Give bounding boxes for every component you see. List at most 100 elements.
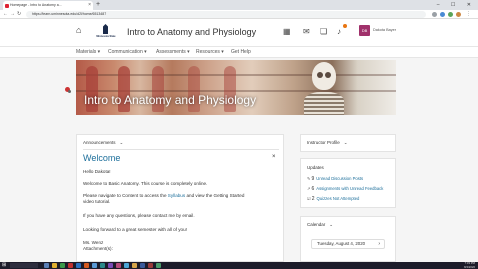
taskbar-app-icon[interactable] [132, 263, 137, 268]
course-navbar: Materials ▾ Communication ▾ Assessments … [0, 46, 478, 58]
announcement-line: Attachment(s): [83, 246, 113, 251]
update-label[interactable]: Quizzes Not Attempted [317, 196, 360, 201]
update-item[interactable]: ✎9 Unread Discussion Posts [307, 176, 363, 182]
announcement-text: Please navigate to Content to access the [83, 193, 167, 198]
nav-assessments[interactable]: Assessments ▾ [156, 47, 190, 58]
message-icon[interactable]: ✉ [303, 27, 310, 37]
browser-tab[interactable]: Homepage - Intro to Anatomy a... × [3, 1, 93, 10]
announcement-title[interactable]: Welcome [83, 153, 120, 163]
calendar-date-selector[interactable]: Tuesday, August 4, 2020 › [311, 239, 385, 249]
extension-icon[interactable] [432, 12, 437, 17]
university-logo[interactable]: Minnesota State [90, 22, 122, 42]
address-bar-row: ← → ↻ https://learn.uminnesota.edu/d2l/h… [0, 10, 478, 19]
chevron-down-icon[interactable]: ⌄ [329, 222, 333, 227]
update-item[interactable]: ☑2 Quizzes Not Attempted [307, 196, 359, 202]
url-input[interactable]: https://learn.uminnesota.edu/d2l/home/65… [26, 11, 426, 18]
instructor-heading[interactable]: Instructor Profile ⌄ [307, 140, 348, 146]
taskbar-app-icon[interactable] [100, 263, 105, 268]
notification-dot [343, 24, 347, 28]
nav-communication[interactable]: Communication ▾ [108, 47, 147, 58]
skull-eye [317, 72, 323, 78]
taskbar-app-icon[interactable] [60, 263, 65, 268]
taskbar-search[interactable] [10, 263, 38, 268]
extension-icon[interactable] [440, 12, 445, 17]
taskbar-app-icon[interactable] [84, 263, 89, 268]
update-label[interactable]: Unread Discussion Posts [316, 176, 363, 181]
reload-icon[interactable]: ↻ [17, 10, 21, 19]
profile-icon[interactable] [456, 12, 461, 17]
divider [83, 149, 279, 150]
taskbar-app-icon[interactable] [108, 263, 113, 268]
taskbar-app-icon[interactable] [156, 263, 161, 268]
logo-tower-icon [103, 24, 108, 34]
calendar-label: Calendar [307, 222, 326, 227]
calendar-heading[interactable]: Calendar ⌄ [307, 222, 333, 228]
back-icon[interactable]: ← [3, 10, 8, 19]
update-count: 9 [311, 176, 315, 182]
window-controls[interactable]: – ☐ ✕ [437, 0, 476, 10]
banner-title: Intro to Anatomy and Physiology [84, 93, 257, 107]
skull-eye [325, 72, 331, 78]
skeleton-ribs [304, 92, 344, 115]
logo-text: Minnesota State [96, 35, 116, 38]
syllabus-link[interactable]: Syllabus [168, 193, 185, 198]
announcement-text: and view the Getting Started [186, 193, 245, 198]
os-taskbar: ⊞ 7:33 PM 8/4/2020 [0, 261, 478, 269]
clock-date: 8/4/2020 [464, 264, 475, 269]
announcements-widget: Announcements ⌄ Welcome × Hello Dakota! W… [76, 134, 284, 262]
forward-icon[interactable]: → [10, 10, 15, 19]
updates-heading: Updates [307, 165, 324, 170]
avatar[interactable]: DB [359, 25, 370, 36]
browser-tab-bar: Homepage - Intro to Anatomy a... × + – ☐… [0, 0, 478, 10]
announcement-line: Hello Dakota! [83, 169, 111, 174]
chevron-down-icon[interactable]: ⌄ [120, 140, 124, 145]
course-header: ⌂ Minnesota State Intro to Anatomy and P… [0, 19, 478, 46]
calendar-widget: Calendar ⌄ Tuesday, August 4, 2020 › [300, 216, 396, 262]
course-title[interactable]: Intro to Anatomy and Physiology [127, 27, 256, 37]
home-icon[interactable]: ⌂ [76, 25, 81, 35]
taskbar-app-icon[interactable] [116, 263, 121, 268]
bell-icon[interactable]: ♪ [337, 27, 341, 37]
announcements-heading[interactable]: Announcements ⌄ [83, 140, 123, 146]
taskbar-app-icon[interactable] [68, 263, 73, 268]
announcements-label: Announcements [83, 140, 116, 145]
taskbar-clock[interactable]: 7:33 PM 8/4/2020 [464, 261, 475, 269]
favicon-icon [5, 4, 9, 8]
windows-start-icon[interactable]: ⊞ [2, 263, 6, 268]
extension-icon[interactable] [448, 12, 453, 17]
taskbar-app-icon[interactable] [76, 263, 81, 268]
updates-widget: Updates ✎9 Unread Discussion Posts ↗6 Assi… [300, 158, 396, 208]
instructor-label: Instructor Profile [307, 140, 340, 145]
update-item[interactable]: ↗6 Assignments with Unread Feedback [307, 186, 383, 192]
quiz-icon: ☑ [307, 196, 311, 201]
nav-materials[interactable]: Materials ▾ [76, 47, 100, 58]
taskbar-app-icon[interactable] [148, 263, 153, 268]
chevron-right-icon[interactable]: › [378, 240, 380, 248]
taskbar-app-icon[interactable] [52, 263, 57, 268]
nav-get-help[interactable]: Get Help [231, 47, 251, 58]
nav-resources[interactable]: Resources ▾ [196, 47, 224, 58]
taskbar-app-icon[interactable] [44, 263, 49, 268]
calendar-date: Tuesday, August 4, 2020 [317, 241, 366, 246]
course-banner: Intro to Anatomy and Physiology [76, 60, 396, 115]
taskbar-app-icon[interactable] [140, 263, 145, 268]
discussion-icon: ✎ [307, 176, 311, 181]
widget-badge [68, 90, 71, 93]
chevron-down-icon[interactable]: ⌄ [344, 140, 348, 145]
update-label[interactable]: Assignments with Unread Feedback [316, 186, 383, 191]
assignment-icon: ↗ [307, 186, 311, 191]
close-icon[interactable]: × [272, 154, 276, 160]
new-tab-button[interactable]: + [96, 0, 100, 10]
tab-title: Homepage - Intro to Anatomy a... [10, 3, 62, 7]
tab-close-icon[interactable]: × [88, 1, 91, 10]
taskbar-app-icon[interactable] [92, 263, 97, 268]
skeleton-skull [312, 62, 336, 90]
user-name[interactable]: Dakota Bayer [373, 28, 396, 32]
chat-icon[interactable]: ❏ [320, 27, 327, 37]
announcement-line: If you have any questions, please contac… [83, 213, 195, 218]
taskbar-app-icon[interactable] [124, 263, 129, 268]
menu-icon[interactable]: ⋮ [466, 10, 471, 19]
announcement-line: Looking forward to a great semester with… [83, 227, 187, 232]
instructor-profile-widget: Instructor Profile ⌄ [300, 134, 396, 152]
course-selector-icon[interactable]: ▦ [283, 27, 291, 37]
